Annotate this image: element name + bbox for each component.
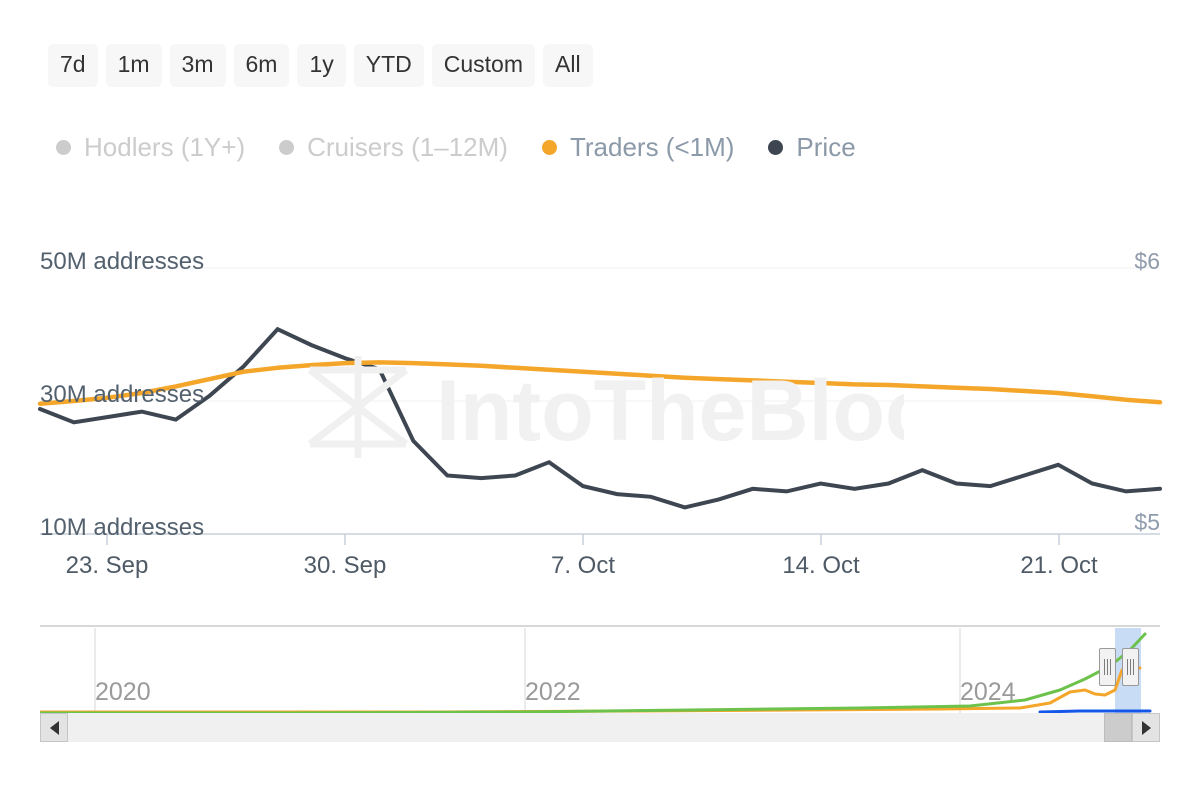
x-tick-label: 30. Sep <box>304 552 387 580</box>
chart-legend: Hodlers (1Y+) Cruisers (1–12M) Traders (<1… <box>56 132 856 162</box>
scrollbar-right-arrow-button[interactable] <box>1132 713 1160 742</box>
range-button-custom[interactable]: Custom <box>432 44 535 87</box>
chart-widget: 7d1m3m6m1yYTDCustomAll Hodlers (1Y+) Crui… <box>0 0 1200 800</box>
range-button-ytd[interactable]: YTD <box>354 44 424 87</box>
y-axis-label-top: 50M addresses <box>40 248 204 276</box>
range-button-6m[interactable]: 6m <box>234 44 290 87</box>
navigator-year-2022: 2022 <box>525 678 581 707</box>
navigator-year-2024: 2024 <box>960 678 1016 707</box>
legend-dot-icon <box>768 140 783 155</box>
range-button-3m[interactable]: 3m <box>170 44 226 87</box>
legend-label: Price <box>796 132 855 162</box>
scrollbar-thumb[interactable] <box>1104 713 1132 742</box>
range-button-7d[interactable]: 7d <box>48 44 98 87</box>
navigator-handle-left[interactable] <box>1099 648 1116 686</box>
arrow-left-icon <box>50 721 59 735</box>
legend-item-1[interactable]: Cruisers (1–12M) <box>279 132 508 162</box>
range-button-1m[interactable]: 1m <box>106 44 162 87</box>
range-button-1y[interactable]: 1y <box>297 44 345 87</box>
x-tick-label: 14. Oct <box>782 552 859 580</box>
navigator-handle-right[interactable] <box>1122 648 1139 686</box>
x-tick-label: 7. Oct <box>551 552 615 580</box>
scrollbar-track[interactable] <box>68 713 1132 742</box>
y2-axis-label-top: $6 <box>1134 248 1160 275</box>
legend-item-0[interactable]: Hodlers (1Y+) <box>56 132 245 162</box>
x-tick-label: 23. Sep <box>66 552 149 580</box>
legend-dot-icon <box>542 140 557 155</box>
legend-label: Hodlers (1Y+) <box>84 132 245 162</box>
legend-label: Cruisers (1–12M) <box>307 132 508 162</box>
series-line-0 <box>40 329 1160 507</box>
arrow-right-icon <box>1142 721 1151 735</box>
range-button-all[interactable]: All <box>543 44 593 87</box>
legend-label: Traders (<1M) <box>570 132 734 162</box>
legend-dot-icon <box>56 140 71 155</box>
navigator-scrollbar[interactable] <box>40 713 1160 742</box>
x-tick-label: 21. Oct <box>1020 552 1097 580</box>
y-axis-label-mid: 30M addresses <box>40 381 204 409</box>
legend-item-3[interactable]: Price <box>768 132 855 162</box>
y2-axis-label-bottom: $5 <box>1134 509 1160 536</box>
legend-dot-icon <box>279 140 294 155</box>
range-selector: 7d1m3m6m1yYTDCustomAll <box>48 44 593 87</box>
legend-item-2[interactable]: Traders (<1M) <box>542 132 734 162</box>
navigator-series <box>1040 711 1150 712</box>
scrollbar-left-arrow-button[interactable] <box>40 713 68 742</box>
navigator-year-2020: 2020 <box>95 678 151 707</box>
y-axis-label-bottom: 10M addresses <box>40 514 204 542</box>
